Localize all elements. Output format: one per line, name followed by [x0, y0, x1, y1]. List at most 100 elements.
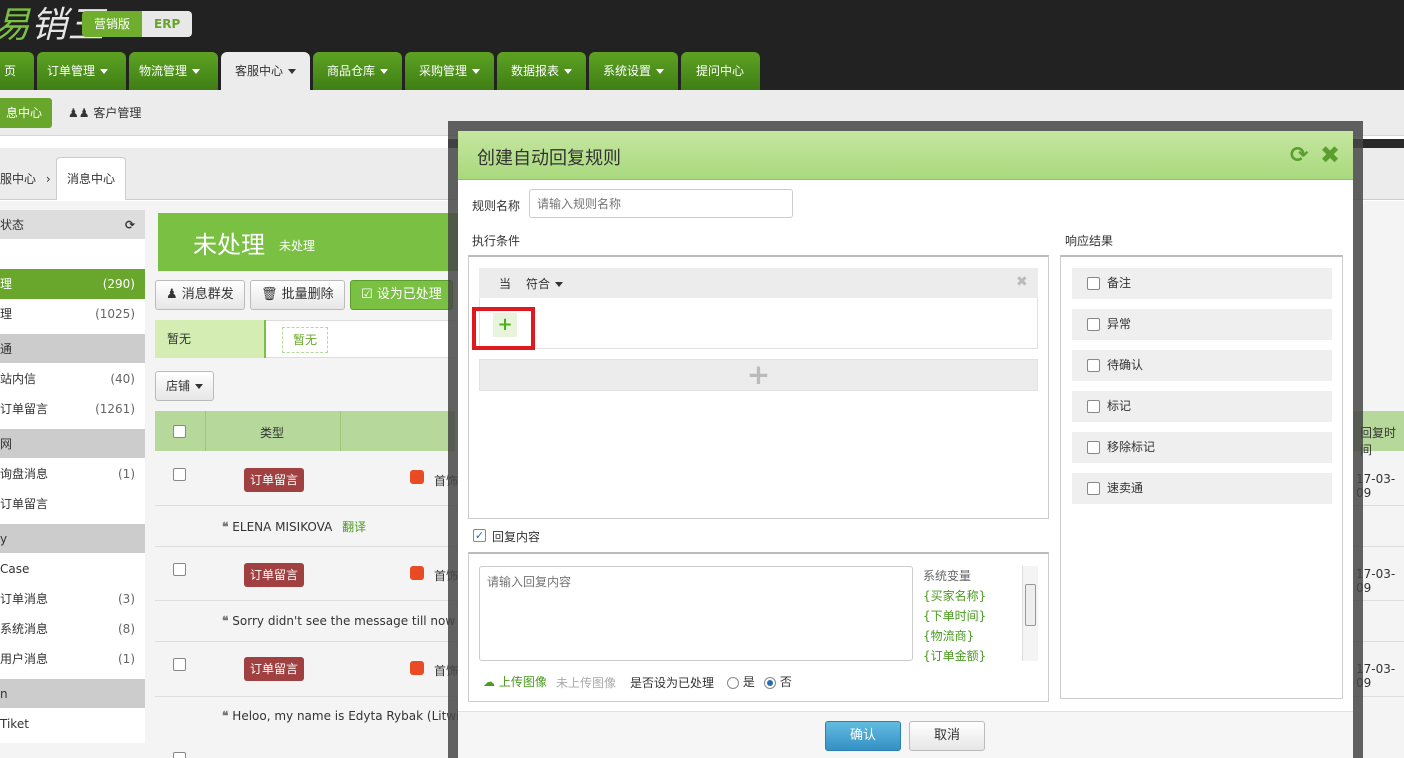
shop-name: 首饰 [434, 474, 459, 488]
add-condition-plus-icon[interactable]: + [493, 313, 517, 337]
response-option-exception[interactable]: 异常 [1072, 309, 1332, 340]
upload-image-button[interactable]: ☁ 上传图像 [483, 673, 547, 690]
reply-content-input[interactable] [479, 566, 913, 661]
add-condition-group-plus-icon[interactable]: + [479, 359, 1038, 391]
nav-tab-customer-service[interactable]: 客服中心 [221, 52, 310, 90]
shop-dropdown[interactable]: 店铺 [155, 371, 215, 401]
rule-name-label: 规则名称 [472, 199, 521, 213]
breadcrumb-parent[interactable]: 服中心 › [0, 170, 51, 187]
set-processed-no[interactable]: 否 [764, 673, 792, 690]
mark-processed-button[interactable]: ☑ 设为已处理 [350, 280, 453, 310]
response-option-unmark[interactable]: 移除标记 [1072, 432, 1332, 463]
confirm-button[interactable]: 确认 [825, 721, 902, 751]
sidebar-header: 状态 ⟳ [0, 210, 145, 239]
chevron-down-icon [555, 282, 564, 287]
nav-tab-home[interactable]: 页 [0, 52, 34, 90]
exec-condition-label: 执行条件 [472, 234, 521, 248]
sidebar-item-processed[interactable]: 理 (1025) [0, 299, 145, 329]
row-checkbox[interactable] [173, 563, 186, 576]
batch-delete-button[interactable]: 🗑 批量删除 [250, 280, 345, 310]
sidebar-item-inbox[interactable]: 站内信 (40) [0, 364, 145, 394]
sidebar-group: n [0, 679, 145, 708]
rule-name-input[interactable] [529, 189, 793, 218]
scrollbar-thumb[interactable] [1025, 584, 1036, 626]
filter-tag-none[interactable]: 暂无 [282, 327, 329, 353]
refresh-icon[interactable]: ⟳ [1290, 143, 1308, 168]
sidebar-item-system-message[interactable]: 系统消息 (8) [0, 614, 145, 644]
filter-tab-none[interactable]: 暂无 [155, 320, 266, 358]
sidebar-item-unprocessed[interactable]: 理 (290) [0, 269, 145, 299]
row-checkbox[interactable] [173, 752, 186, 758]
reply-content-checkbox[interactable]: ✓ [473, 529, 486, 542]
response-option-aliexpress[interactable]: 速卖通 [1072, 473, 1332, 504]
edition-marketing[interactable]: 营销版 [82, 11, 143, 37]
reply-content-label: 回复内容 [492, 530, 541, 544]
subnav-message-center[interactable]: 息中心 [0, 98, 53, 128]
sidebar-item-ticket[interactable]: Tiket [0, 709, 145, 739]
edition-switch[interactable]: 营销版 ERP [82, 11, 193, 37]
chevron-down-icon [100, 69, 109, 74]
checkbox[interactable] [1087, 400, 1100, 413]
nav-tab-settings[interactable]: 系统设置 [589, 52, 678, 90]
group-send-button[interactable]: ♟ 消息群发 [155, 280, 245, 310]
set-processed-yes[interactable]: 是 [727, 673, 755, 690]
nav-tab-logistics[interactable]: 物流管理 [129, 52, 218, 90]
message-preview[interactable]: ❝ ELENA MISIKOVA 翻译 [222, 518, 366, 535]
cloud-upload-icon: ☁ [483, 675, 495, 689]
checkbox[interactable] [1087, 359, 1100, 372]
subnav-customer-management[interactable]: ♟♟ 客户管理 [64, 98, 145, 128]
sidebar-group: y [0, 524, 145, 553]
close-icon[interactable]: ✖ [1320, 141, 1340, 169]
sidebar-item-order-msg[interactable]: 订单留言 [0, 489, 145, 519]
column-header-reply-time: 回复时间 [1360, 426, 1397, 457]
when-label: 当 [499, 277, 512, 291]
dialog-footer [458, 711, 1353, 758]
message-preview[interactable]: ❝ Heloo, my name is Edyta Rybak (Litwi [222, 709, 459, 723]
response-panel: 备注 异常 待确认 标记 移除标记 速卖通 [1060, 255, 1343, 699]
set-processed-label: 是否设为已处理 [630, 676, 715, 690]
nav-tab-orders[interactable]: 订单管理 [37, 52, 126, 90]
variables-scrollbar[interactable] [1022, 566, 1038, 661]
checkbox[interactable] [1087, 441, 1100, 454]
variable-carrier[interactable]: {物流商} [923, 627, 974, 644]
row-checkbox[interactable] [173, 658, 186, 671]
response-option-pending[interactable]: 待确认 [1072, 350, 1332, 381]
sidebar-item-order-message[interactable]: 订单消息 (3) [0, 584, 145, 614]
sidebar-item-user-message[interactable]: 用户消息 (1) [0, 644, 145, 674]
translate-link[interactable]: 翻译 [342, 520, 366, 534]
checkbox[interactable] [1087, 277, 1100, 290]
checkbox[interactable] [1087, 318, 1100, 331]
close-icon[interactable]: ✖ [1016, 274, 1028, 290]
radio[interactable] [764, 676, 776, 689]
type-badge: 订单留言 [244, 468, 305, 492]
variable-order-time[interactable]: {下单时间} [923, 607, 986, 624]
response-option-note[interactable]: 备注 [1072, 268, 1332, 299]
nav-tab-reports[interactable]: 数据报表 [497, 52, 586, 90]
check-square-icon: ☑ [361, 287, 373, 302]
sidebar-item-inquiry[interactable]: 询盘消息 (1) [0, 459, 145, 489]
radio[interactable] [727, 676, 739, 689]
cancel-button[interactable]: 取消 [909, 721, 986, 751]
variable-order-amount[interactable]: {订单金额} [923, 647, 986, 664]
nav-tab-warehouse[interactable]: 商品仓库 [313, 52, 402, 90]
chevron-down-icon [288, 69, 297, 74]
checkbox[interactable] [1087, 482, 1100, 495]
sidebar: 状态 ⟳ 理 (290) 理 (1025) 通 站内信 (40) 订单留言 (1261) … [0, 210, 145, 743]
no-image-text: 未上传图像 [556, 676, 617, 690]
message-preview[interactable]: ❝ Sorry didn't see the message till now [222, 614, 455, 628]
column-header-type: 类型 [260, 426, 285, 440]
match-dropdown[interactable]: 符合 [526, 275, 564, 292]
chevron-down-icon [656, 69, 665, 74]
select-all-checkbox[interactable] [173, 425, 186, 438]
nav-tab-help[interactable]: 提问中心 [681, 52, 760, 90]
refresh-icon[interactable]: ⟳ [125, 210, 135, 240]
reply-date: 17-03-09 [1356, 472, 1396, 500]
sidebar-item-case[interactable]: Case [0, 554, 145, 584]
response-option-mark[interactable]: 标记 [1072, 391, 1332, 422]
row-checkbox[interactable] [173, 468, 186, 481]
sidebar-item-order-msg[interactable]: 订单留言 (1261) [0, 394, 145, 424]
edition-erp[interactable]: ERP [142, 11, 193, 37]
breadcrumb-current-tab[interactable]: 消息中心 [56, 157, 127, 200]
nav-tab-purchasing[interactable]: 采购管理 [405, 52, 494, 90]
variable-buyer-name[interactable]: {买家名称} [923, 587, 986, 604]
